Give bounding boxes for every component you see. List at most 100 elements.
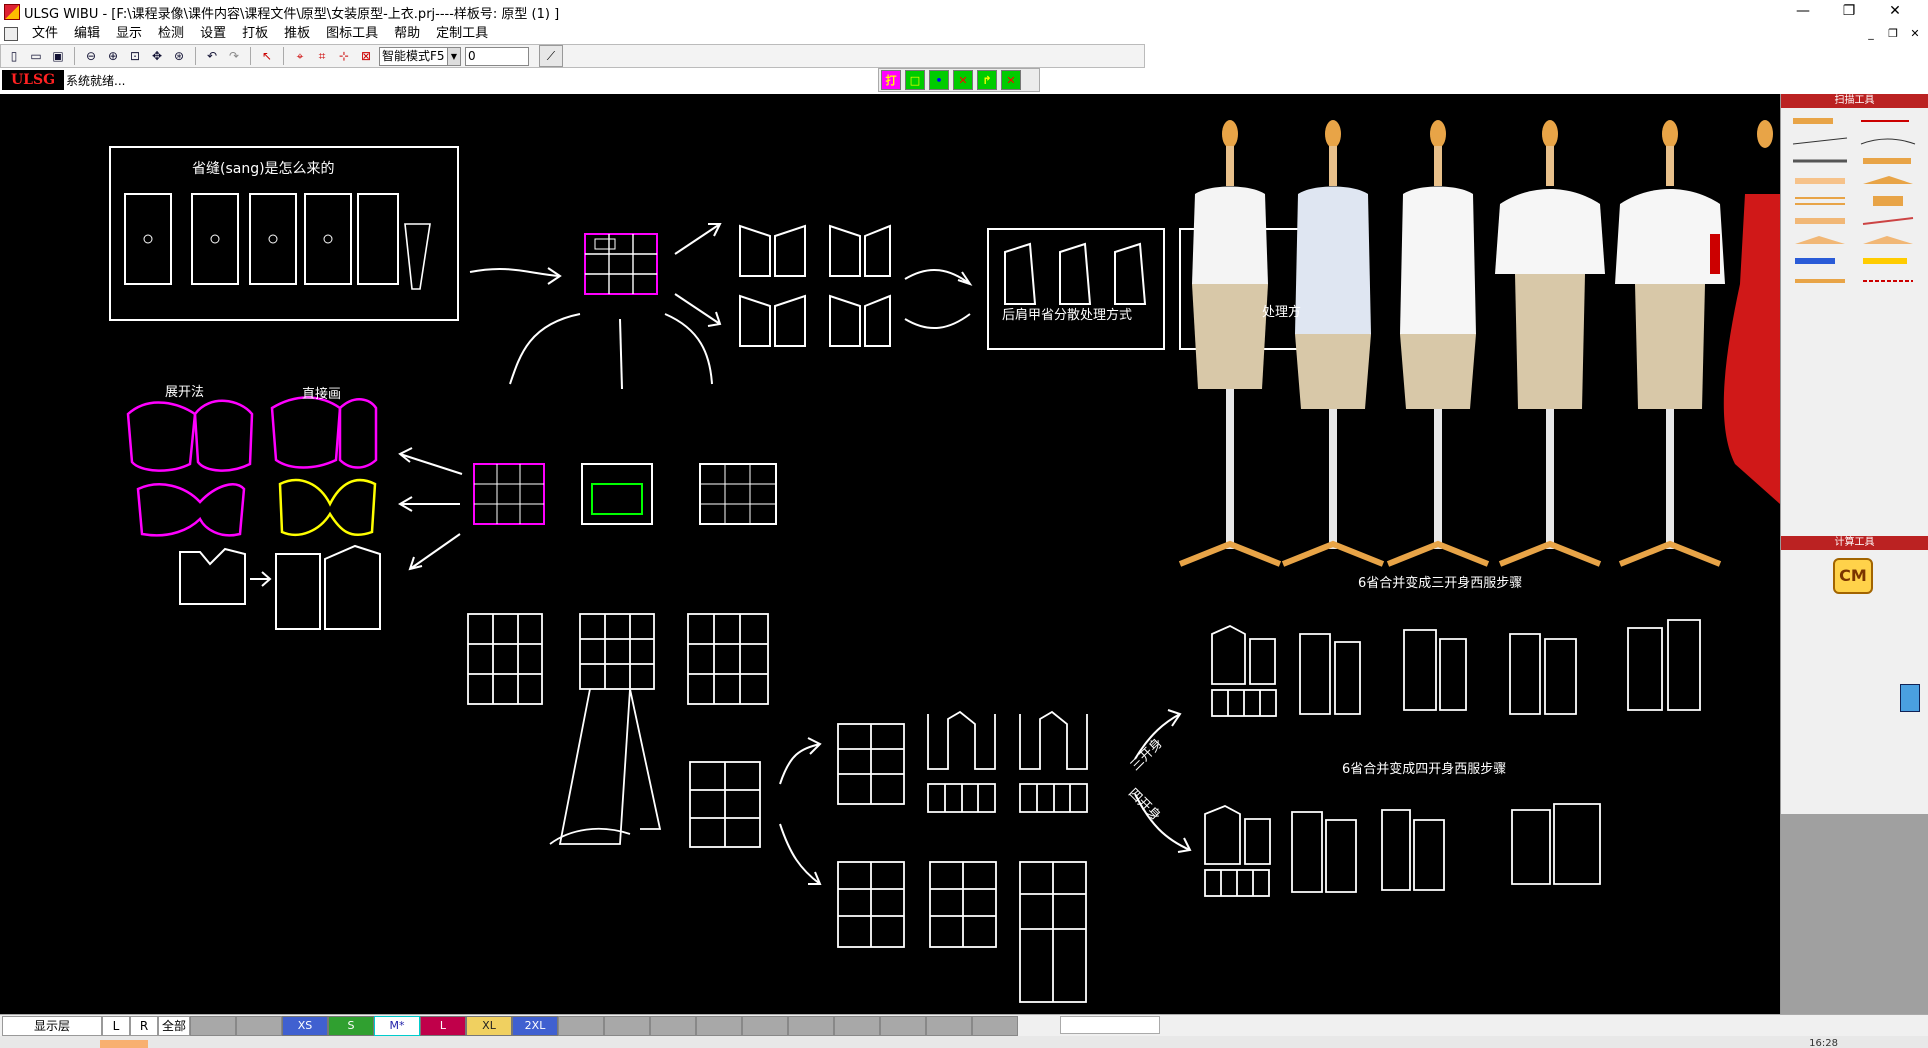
scissors-tool-icon[interactable] — [1789, 152, 1851, 170]
size-s-button[interactable]: S — [328, 1015, 374, 1036]
close-button[interactable]: ✕ — [1872, 0, 1918, 22]
mode-button-delete[interactable]: ✕ — [1001, 70, 1021, 90]
document-icon — [4, 27, 18, 41]
mode-button-draft[interactable]: 打 — [881, 70, 901, 90]
horizontal-scrollbar[interactable] — [1060, 1016, 1160, 1034]
snap-point-icon[interactable]: ⌖ — [291, 47, 309, 65]
size-slot[interactable] — [604, 1015, 650, 1036]
value-input[interactable]: 0 — [465, 46, 529, 66]
rotate-tool-icon[interactable] — [1857, 212, 1919, 230]
child-restore-button[interactable]: ❐ — [1882, 26, 1904, 42]
dart-tool-icon[interactable] — [1857, 172, 1919, 190]
size-xl-button[interactable]: XL — [466, 1015, 512, 1036]
mode-label: • — [935, 73, 943, 87]
ruler-tool-icon[interactable] — [1789, 112, 1851, 130]
menu-settings[interactable]: 设置 — [192, 24, 234, 44]
child-close-button[interactable]: ✕ — [1904, 26, 1926, 42]
four-piece-title: 6省合并变成四开身西服步骤 — [1342, 762, 1507, 777]
marker-tool-icon[interactable] — [1857, 252, 1919, 270]
mode-button-point[interactable]: • — [929, 70, 949, 90]
open-folder-icon[interactable]: ▭ — [27, 47, 45, 65]
select-icon[interactable]: ↖ — [258, 47, 276, 65]
undo-icon[interactable]: ↶ — [203, 47, 221, 65]
maximize-button[interactable]: ❐ — [1826, 0, 1872, 22]
layer-all-button[interactable]: 全部 — [158, 1015, 190, 1036]
menu-custom-tools[interactable]: 定制工具 — [428, 24, 496, 44]
snap-cross-icon[interactable]: ⊠ — [357, 47, 375, 65]
window-title: ULSG WIBU - [F:\课程录像\课件内容\课程文件\原型\女装原型-上… — [24, 6, 560, 22]
mannequin-row — [1178, 120, 1725, 567]
layer-left-button[interactable]: L — [102, 1015, 130, 1036]
fold-tool-icon[interactable] — [1789, 232, 1851, 250]
menu-help[interactable]: 帮助 — [386, 24, 428, 44]
ulsg-logo: ULSG — [2, 70, 64, 90]
smart-mode-select[interactable]: 智能模式F5 ▼ — [379, 46, 461, 66]
line-tool-icon[interactable] — [1789, 132, 1851, 150]
menu-file[interactable]: 文件 — [24, 24, 66, 44]
mode-button-turn[interactable]: ↱ — [977, 70, 997, 90]
size-slot[interactable] — [742, 1015, 788, 1036]
curve-tool-icon[interactable] — [1857, 132, 1919, 150]
zoom-in-icon[interactable]: ⊕ — [104, 47, 122, 65]
mode-label: ↱ — [982, 73, 992, 87]
toolbar-separator — [195, 47, 196, 65]
size-slot[interactable] — [236, 1015, 282, 1036]
menu-grading[interactable]: 推板 — [276, 24, 318, 44]
drawing-canvas[interactable]: 省缝(sang)是怎么来的 展开法 直接画 后肩甲省分散处理方式 处理方 6省合… — [0, 94, 1780, 1014]
redo-icon[interactable]: ↷ — [225, 47, 243, 65]
mirror-tool-icon[interactable] — [1857, 232, 1919, 250]
menu-icon-tools[interactable]: 图标工具 — [318, 24, 386, 44]
size-2xl-button[interactable]: 2XL — [512, 1015, 558, 1036]
size-slot[interactable] — [190, 1015, 236, 1036]
snap-end-icon[interactable]: ⊹ — [335, 47, 353, 65]
pan-icon[interactable]: ✥ — [148, 47, 166, 65]
seam-tool-icon[interactable] — [1789, 272, 1851, 290]
measure-tool-icon[interactable] — [1789, 172, 1851, 190]
mode-button-cross[interactable]: ✕ — [953, 70, 973, 90]
size-xs-button[interactable]: XS — [282, 1015, 328, 1036]
snap-grid-icon[interactable]: ⌗ — [313, 47, 331, 65]
zoom-all-icon[interactable]: ⊛ — [170, 47, 188, 65]
title-bar: ULSG WIBU - [F:\课程录像\课件内容\课程文件\原型\女装原型-上… — [0, 0, 1928, 24]
measure-tool-icon[interactable]: ⟋ — [539, 45, 563, 67]
size-slot[interactable] — [834, 1015, 880, 1036]
cm-unit-button[interactable]: CM — [1833, 558, 1873, 594]
notch-tool-icon[interactable] — [1789, 212, 1851, 230]
zoom-window-icon[interactable]: ⊡ — [126, 47, 144, 65]
menu-pattern[interactable]: 打板 — [234, 24, 276, 44]
minimize-button[interactable]: — — [1780, 0, 1826, 22]
cut-line-tool-icon[interactable] — [1857, 272, 1919, 290]
size-slot[interactable] — [696, 1015, 742, 1036]
menu-edit[interactable]: 编辑 — [66, 24, 108, 44]
calculator-icon[interactable] — [1900, 684, 1920, 712]
size-slot[interactable] — [558, 1015, 604, 1036]
size-slot[interactable] — [926, 1015, 972, 1036]
layer-right-button[interactable]: R — [130, 1015, 158, 1036]
pleat-tool-icon[interactable] — [1789, 192, 1851, 210]
new-file-icon[interactable]: ▯ — [5, 47, 23, 65]
menu-check[interactable]: 检测 — [150, 24, 192, 44]
size-l-button[interactable]: L — [420, 1015, 466, 1036]
pencil-tool-icon[interactable] — [1857, 152, 1919, 170]
mode-label: ✕ — [1006, 73, 1016, 87]
size-slot[interactable] — [880, 1015, 926, 1036]
menu-view[interactable]: 显示 — [108, 24, 150, 44]
blue-pen-tool-icon[interactable] — [1789, 252, 1851, 270]
toolbar-separator — [74, 47, 75, 65]
tool-grid — [1781, 108, 1928, 294]
sewing-tool-icon[interactable] — [1857, 192, 1919, 210]
prototype-block — [584, 233, 658, 295]
save-icon[interactable]: ▣ — [49, 47, 67, 65]
mode-button-rect[interactable]: □ — [905, 70, 925, 90]
zoom-out-icon[interactable]: ⊖ — [82, 47, 100, 65]
size-slot[interactable] — [788, 1015, 834, 1036]
footer-accent — [100, 1040, 148, 1048]
back-dart-label: 后肩甲省分散处理方式 — [1002, 308, 1133, 323]
right-tool-panel: 扫描工具 计算工具 CM — [1780, 94, 1928, 1014]
arrow-tool-icon[interactable] — [1857, 112, 1919, 130]
child-minimize-button[interactable]: _ — [1860, 26, 1882, 42]
size-m-button[interactable]: M* — [374, 1015, 420, 1036]
size-slot[interactable] — [650, 1015, 696, 1036]
panel-empty-area — [1781, 814, 1928, 1014]
size-slot[interactable] — [972, 1015, 1018, 1036]
